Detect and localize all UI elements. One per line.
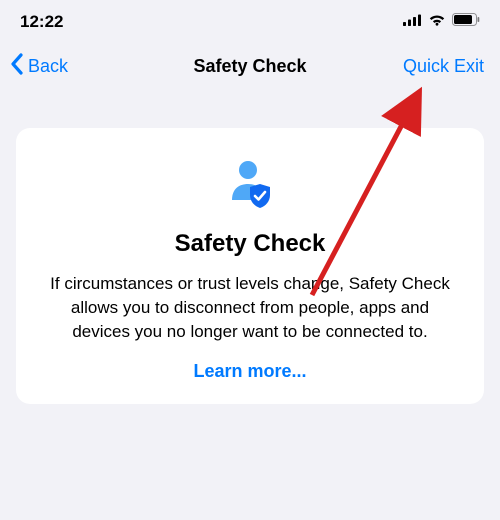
person-shield-icon <box>40 156 460 212</box>
card-description: If circumstances or trust levels change,… <box>40 272 460 343</box>
back-button[interactable]: Back <box>10 53 120 80</box>
card-title: Safety Check <box>40 230 460 258</box>
page-title: Safety Check <box>193 56 306 77</box>
back-label: Back <box>28 56 68 77</box>
battery-icon <box>452 13 480 31</box>
learn-more-link[interactable]: Learn more... <box>40 361 460 382</box>
navigation-bar: Back Safety Check Quick Exit <box>0 44 500 88</box>
content-area: Safety Check If circumstances or trust l… <box>0 88 500 404</box>
status-bar: 12:22 <box>0 0 500 44</box>
chevron-left-icon <box>10 53 24 80</box>
quick-exit-button[interactable]: Quick Exit <box>380 56 490 77</box>
status-time: 12:22 <box>20 12 63 32</box>
safety-check-card: Safety Check If circumstances or trust l… <box>16 128 484 404</box>
cellular-icon <box>403 13 422 31</box>
status-indicators <box>403 13 480 31</box>
wifi-icon <box>428 13 446 31</box>
